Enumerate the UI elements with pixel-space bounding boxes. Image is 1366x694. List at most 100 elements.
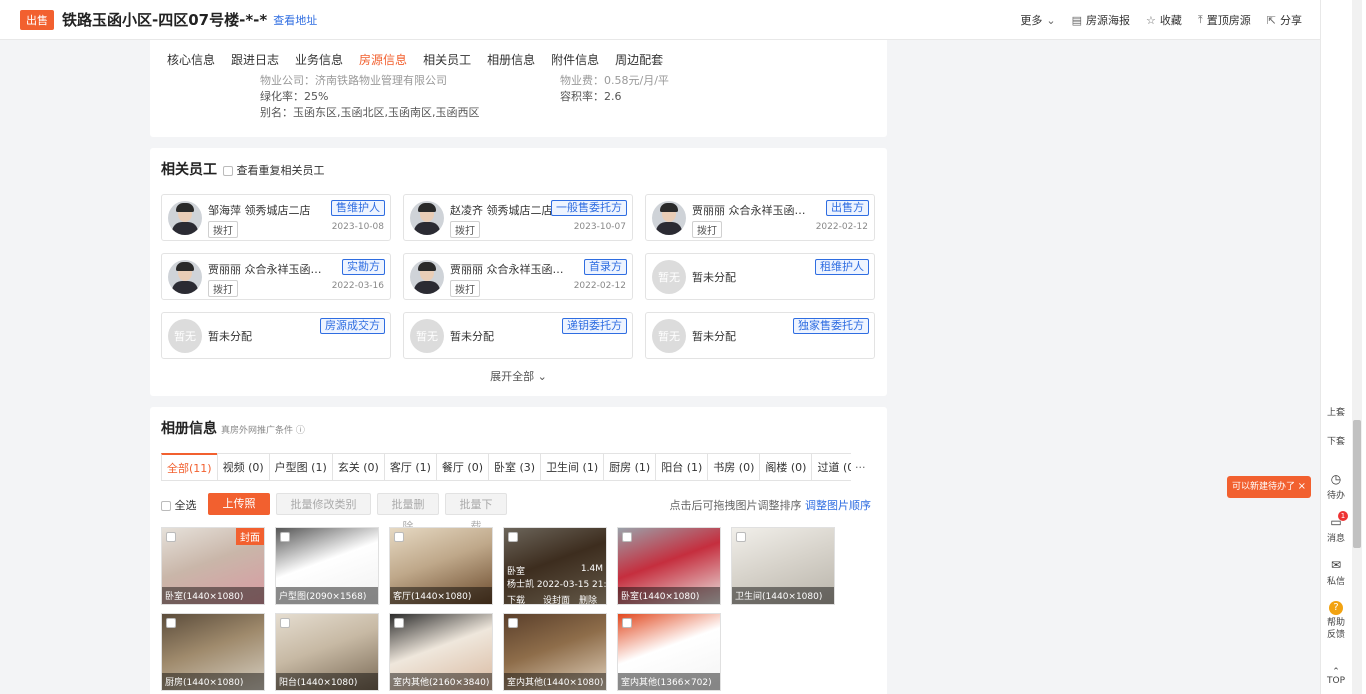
photo-checkbox[interactable] [166,532,176,542]
sort-hint-text: 点击后可拖拽图片调整排序 [669,499,802,512]
photo-thumbnail[interactable]: 室内其他(1366×702) [617,613,721,691]
photo-checkbox[interactable] [508,618,518,628]
album-tab-5[interactable]: 餐厅 (0) [435,453,489,480]
dm-button[interactable]: ✉ 私信 [1321,558,1351,587]
photo-caption: 室内其他(1440×1080) [504,673,606,690]
help-feedback-button[interactable]: ? 帮助反馈 [1321,601,1351,641]
view-address-link[interactable]: 查看地址 [273,12,317,28]
photo-thumbnail[interactable]: 封面 卧室(1440×1080) [161,527,265,605]
batch-delete-button[interactable]: 批量删除 [377,493,439,533]
photo-size: 1.4M [580,564,603,574]
dial-button[interactable]: 拨打 [208,221,238,238]
close-icon[interactable]: × [1298,476,1306,498]
batch-download-button[interactable]: 批量下载 [445,493,507,533]
right-rail: 上套 下套 ◷ 待办 ▭ 1 消息 ✉ 私信 ? 帮助反馈 ⌃ TOP [1320,0,1366,694]
photo-checkbox[interactable] [394,532,404,542]
cover-badge: 封面 [236,528,264,545]
top-header: 出售 铁路玉函小区-四区07号楼-*-* 查看地址 更多 ⌄ ▤ 房源海报 ☆ 收藏 ⤒ 置顶… [0,0,1320,40]
show-repeat-checkbox[interactable] [223,166,233,176]
photo-checkbox[interactable] [280,618,290,628]
tab-7[interactable]: 周边配套 [615,51,663,68]
album-subtitle-text: 真房外网推广条件 [221,426,294,436]
album-tab-3[interactable]: 玄关 (0) [331,453,385,480]
tab-4[interactable]: 相关员工 [423,51,471,68]
staff-card-item: 暂无 暂未分配 递钥委托方 [403,312,633,359]
photo-thumbnail[interactable]: 阳台(1440×1080) [275,613,379,691]
pin-top-icon: ⤒ [1197,13,1203,26]
todo-button[interactable]: ◷ 待办 [1321,472,1351,501]
avatar [652,201,686,235]
photo-action-0[interactable]: 下载 [507,593,525,604]
tab-0[interactable]: 核心信息 [167,51,215,68]
photo-checkbox[interactable] [166,618,176,628]
avatar [410,201,444,235]
select-all-checkbox[interactable] [161,501,171,511]
album-tab-11[interactable]: 阁楼 (0) [759,453,813,480]
photo-caption: 室内其他(1366×702) [618,673,720,690]
photo-thumbnail[interactable]: 卧室 1.4M 杨士凯 2022-03-15 21:33 下载 设封面 删除 [503,527,607,605]
toast-text: 可以新建待办了 [1232,482,1296,492]
prev-listing-button[interactable]: 上套 [1321,405,1351,418]
album-subtitle[interactable]: 真房外网推广条件 ⓘ [221,423,305,436]
album-tab-7[interactable]: 卫生间 (1) [540,453,605,480]
expand-all-button[interactable]: 展开全部 ⌄ [150,368,887,384]
dial-button[interactable]: 拨打 [450,280,480,297]
photo-thumbnail[interactable]: 卧室(1440×1080) [617,527,721,605]
tab-3[interactable]: 房源信息 [359,51,407,68]
messages-label: 消息 [1326,534,1345,544]
photo-checkbox[interactable] [622,618,632,628]
tab-1[interactable]: 跟进日志 [231,51,279,68]
back-to-top-button[interactable]: ⌃ TOP [1321,668,1351,687]
photo-checkbox[interactable] [508,532,518,542]
album-tab-10[interactable]: 书房 (0) [707,453,761,480]
album-tab-4[interactable]: 客厅 (1) [383,453,437,480]
dial-button[interactable]: 拨打 [450,221,480,238]
staff-card-item: 贾丽丽 众合永祥玉函南区加盟店 实勘方拨打 2022-03-16 [161,253,391,300]
more-tabs-button[interactable]: ··· [855,461,866,474]
header-action-3[interactable]: ⤒ 置顶房源 [1198,12,1251,28]
photo-checkbox[interactable] [280,532,290,542]
staff-role-badge: 首录方 [584,259,627,275]
scrollbar-thumb[interactable] [1353,420,1361,548]
header-action-2[interactable]: ☆ 收藏 [1146,12,1182,28]
photo-thumbnail[interactable]: 厨房(1440×1080) [161,613,265,691]
tab-5[interactable]: 相册信息 [487,51,535,68]
photo-checkbox[interactable] [394,618,404,628]
album-tab-9[interactable]: 阳台 (1) [655,453,709,480]
photo-thumbnail[interactable]: 室内其他(1440×1080) [503,613,607,691]
photo-category: 卧室 [507,567,526,577]
dial-button[interactable]: 拨打 [692,221,722,238]
header-action-4[interactable]: ⇱ 分享 [1267,12,1302,28]
photo-thumbnail[interactable]: 卫生间(1440×1080) [731,527,835,605]
album-tab-1[interactable]: 视频 (0) [216,453,270,480]
album-tab-12[interactable]: 过道 (0) [811,453,851,480]
next-listing-button[interactable]: 下套 [1321,434,1351,447]
album-tab-0[interactable]: 全部(11) [161,453,218,480]
photo-checkbox[interactable] [736,532,746,542]
help-label: 帮助反馈 [1326,618,1345,640]
photo-thumbnail[interactable]: 客厅(1440×1080) [389,527,493,605]
show-repeat-staff[interactable]: 查看重复相关员工 [223,162,325,178]
select-all[interactable]: 全选 [161,497,197,513]
header-action-0[interactable]: 更多 ⌄ [1020,12,1055,28]
photo-action-1[interactable]: 设封面 [543,593,570,604]
tab-2[interactable]: 业务信息 [295,51,343,68]
photo-action-2[interactable]: 删除 [579,593,597,604]
album-tab-8[interactable]: 厨房 (1) [603,453,657,480]
album-tab-6[interactable]: 卧室 (3) [487,453,542,480]
page-scrollbar[interactable] [1352,0,1362,694]
batch-change-type-button[interactable]: 批量修改类别 ⌄ [276,493,371,533]
album-card: 相册信息 真房外网推广条件 ⓘ 全部(11) 视频 (0) 户型图 (1) 玄关 (0… [150,407,887,694]
dial-button[interactable]: 拨打 [208,280,238,297]
photo-thumbnail[interactable]: 户型图(2090×1568) [275,527,379,605]
tab-6[interactable]: 附件信息 [551,51,599,68]
adjust-order-link[interactable]: 调整图片顺序 [805,499,871,512]
photo-caption: 户型图(2090×1568) [276,587,378,604]
photo-checkbox[interactable] [622,532,632,542]
upload-photo-button[interactable]: 上传照片 [208,493,270,532]
album-tab-2[interactable]: 户型图 (1) [268,453,333,480]
photo-thumbnail[interactable]: 室内其他(2160×3840) [389,613,493,691]
messages-button[interactable]: ▭ 1 消息 [1321,511,1351,544]
star-icon: ☆ [1146,13,1156,27]
header-action-1[interactable]: ▤ 房源海报 [1072,12,1130,28]
